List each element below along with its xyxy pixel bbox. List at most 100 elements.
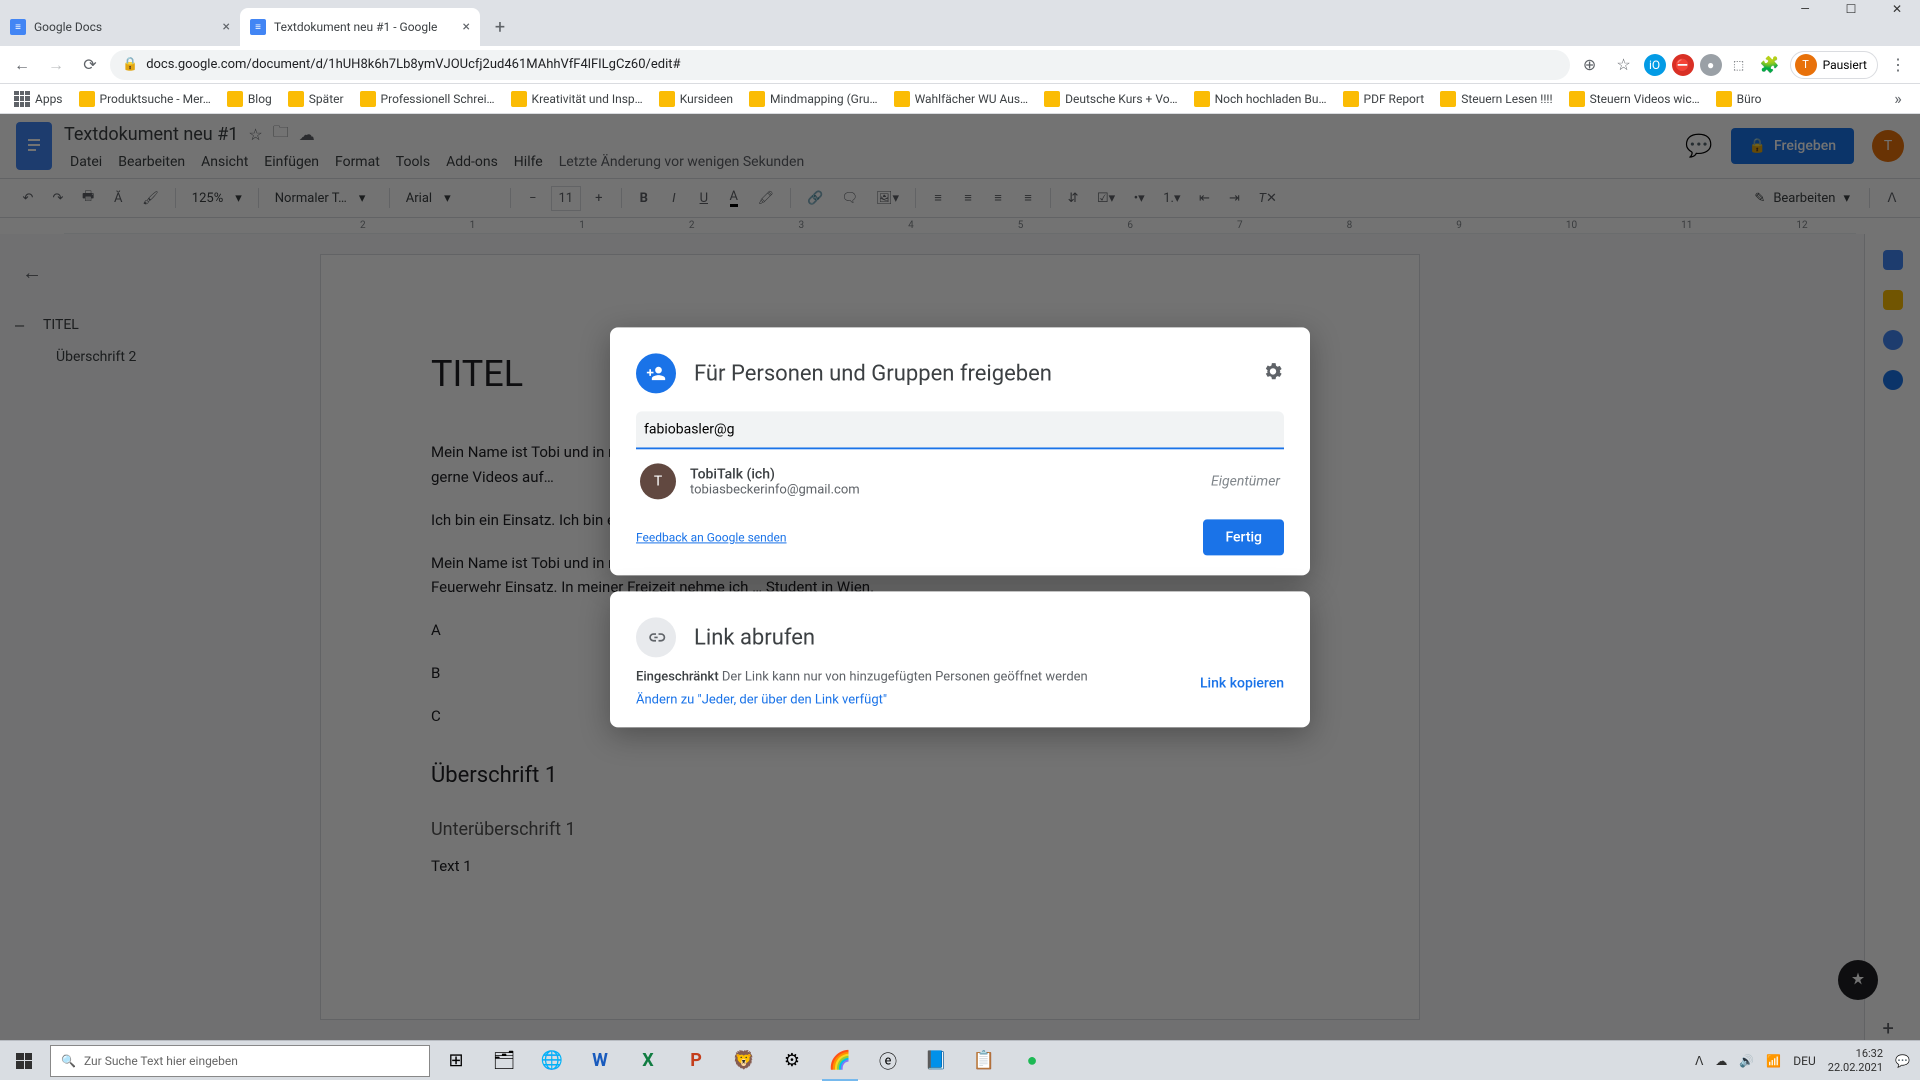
- taskbar: 🔍 Zur Suche Text hier eingeben ⊞ 🗂 🌐 W X…: [0, 1040, 1920, 1080]
- bookmark-item[interactable]: Deutsche Kurs + Vo…: [1038, 88, 1183, 110]
- bookmark-item[interactable]: Steuern Lesen !!!!: [1434, 88, 1558, 110]
- tray-onedrive-icon[interactable]: ☁: [1715, 1054, 1727, 1068]
- tab-title: Google Docs: [34, 20, 102, 34]
- folder-icon: [1569, 91, 1585, 107]
- person-role: Eigentümer: [1211, 473, 1280, 489]
- bookmark-label: Produktsuche - Mer…: [100, 92, 211, 106]
- lock-icon: 🔒: [122, 57, 138, 72]
- get-link-dialog: Link abrufen Eingeschränkt Der Link kann…: [610, 591, 1310, 727]
- folder-icon: [894, 91, 910, 107]
- omnibox[interactable]: 🔒 docs.google.com/document/d/1hUH8k6h7Lb…: [110, 50, 1570, 80]
- bookmark-label: Apps: [35, 92, 63, 106]
- folder-icon: [79, 91, 95, 107]
- taskbar-powerpoint[interactable]: P: [672, 1041, 720, 1081]
- zoom-icon[interactable]: ⊕: [1576, 51, 1604, 79]
- clock-date: 22.02.2021: [1828, 1061, 1883, 1074]
- bookmark-item[interactable]: Produktsuche - Mer…: [73, 88, 217, 110]
- reload-button[interactable]: ⟳: [76, 51, 104, 79]
- bookmark-item[interactable]: Noch hochladen Bu…: [1188, 88, 1333, 110]
- close-window-button[interactable]: ✕: [1874, 0, 1920, 18]
- taskbar-excel[interactable]: X: [624, 1041, 672, 1081]
- taskbar-app3[interactable]: 📋: [960, 1041, 1008, 1081]
- browser-tab-1[interactable]: ≡ Textdokument neu #1 - Google ×: [240, 8, 480, 46]
- tray-overflow[interactable]: ᐱ: [1695, 1054, 1703, 1068]
- done-button[interactable]: Fertig: [1203, 519, 1284, 555]
- bookmark-label: PDF Report: [1364, 92, 1425, 106]
- browser-menu-button[interactable]: ⋮: [1884, 51, 1912, 79]
- url-text: docs.google.com/document/d/1hUH8k6h7Lb8y…: [146, 57, 680, 72]
- bookmark-item[interactable]: Kreativität und Insp…: [505, 88, 649, 110]
- person-email: tobiasbeckerinfo@gmail.com: [690, 482, 1197, 497]
- extension-icon[interactable]: ⬚: [1728, 54, 1750, 76]
- bookmark-item[interactable]: Büro: [1710, 88, 1768, 110]
- taskbar-app[interactable]: 🦁: [720, 1041, 768, 1081]
- taskbar-search[interactable]: 🔍 Zur Suche Text hier eingeben: [50, 1045, 430, 1077]
- folder-icon: [360, 91, 376, 107]
- profile-badge[interactable]: T Pausiert: [1790, 51, 1878, 79]
- minimize-button[interactable]: ―: [1782, 0, 1828, 18]
- tray-volume-icon[interactable]: 🔊: [1739, 1054, 1754, 1068]
- copy-link-button[interactable]: Link kopieren: [1200, 665, 1284, 691]
- tray-notifications-icon[interactable]: 💬: [1895, 1054, 1910, 1068]
- tray-wifi-icon[interactable]: 📶: [1766, 1054, 1781, 1068]
- bookmark-label: Steuern Lesen !!!!: [1461, 92, 1552, 106]
- bookmark-item[interactable]: Kursideen: [653, 88, 739, 110]
- taskbar-word[interactable]: W: [576, 1041, 624, 1081]
- folder-icon: [1194, 91, 1210, 107]
- close-tab-icon[interactable]: ×: [223, 19, 230, 35]
- start-button[interactable]: [0, 1041, 48, 1081]
- feedback-link[interactable]: Feedback an Google senden: [636, 530, 787, 544]
- tray-language[interactable]: DEU: [1793, 1054, 1815, 1068]
- bookmark-item[interactable]: Steuern Videos wic…: [1563, 88, 1706, 110]
- change-link-access[interactable]: Ändern zu "Jeder, der über den Link verf…: [636, 692, 1200, 707]
- taskbar-edge2[interactable]: ⓔ: [864, 1041, 912, 1081]
- bookmark-label: Steuern Videos wic…: [1590, 92, 1700, 106]
- bookmark-item[interactable]: PDF Report: [1337, 88, 1431, 110]
- star-icon[interactable]: ☆: [1610, 51, 1638, 79]
- link-dialog-title: Link abrufen: [694, 625, 815, 650]
- new-tab-button[interactable]: +: [486, 13, 514, 41]
- folder-icon: [1044, 91, 1060, 107]
- bookmark-item[interactable]: Professionell Schrei…: [354, 88, 501, 110]
- bookmark-item[interactable]: Wahlfächer WU Aus…: [888, 88, 1035, 110]
- back-button[interactable]: ←: [8, 51, 36, 79]
- taskbar-app2[interactable]: 📘: [912, 1041, 960, 1081]
- maximize-button[interactable]: ☐: [1828, 0, 1874, 18]
- bookmark-item[interactable]: Mindmapping (Gru…: [743, 88, 884, 110]
- bookmark-item[interactable]: Blog: [221, 88, 278, 110]
- folder-icon: [1716, 91, 1732, 107]
- person-add-icon: [636, 353, 676, 393]
- tabstrip: ≡ Google Docs × ≡ Textdokument neu #1 - …: [0, 0, 1920, 46]
- close-tab-icon[interactable]: ×: [463, 19, 470, 35]
- taskbar-edge[interactable]: 🌐: [528, 1041, 576, 1081]
- task-view-button[interactable]: ⊞: [432, 1041, 480, 1081]
- extensions-button[interactable]: 🧩: [1756, 51, 1784, 79]
- settings-icon[interactable]: [1262, 360, 1284, 386]
- taskbar-explorer[interactable]: 🗂: [480, 1041, 528, 1081]
- bookmarks-overflow[interactable]: »: [1884, 85, 1912, 113]
- share-people-input[interactable]: [636, 411, 1284, 449]
- tray-clock[interactable]: 16:32 22.02.2021: [1828, 1047, 1883, 1073]
- taskbar-spotify[interactable]: ●: [1008, 1041, 1056, 1081]
- link-icon: [636, 617, 676, 657]
- folder-icon: [1343, 91, 1359, 107]
- bookmark-label: Kursideen: [680, 92, 733, 106]
- apps-button[interactable]: Apps: [8, 88, 69, 110]
- bookmark-label: Deutsche Kurs + Vo…: [1065, 92, 1177, 106]
- bookmark-label: Professionell Schrei…: [381, 92, 495, 106]
- extension-icon[interactable]: ⛔: [1672, 54, 1694, 76]
- extension-icon[interactable]: ●: [1700, 54, 1722, 76]
- browser-tab-0[interactable]: ≡ Google Docs ×: [0, 8, 240, 46]
- extension-icon[interactable]: iO: [1644, 54, 1666, 76]
- search-icon: 🔍: [61, 1054, 76, 1068]
- restricted-desc: Der Link kann nur von hinzugefügten Pers…: [719, 669, 1088, 684]
- restricted-label: Eingeschränkt: [636, 669, 719, 684]
- forward-button[interactable]: →: [42, 51, 70, 79]
- folder-icon: [511, 91, 527, 107]
- bookmark-item[interactable]: Später: [282, 88, 350, 110]
- taskbar-obs[interactable]: ⚙: [768, 1041, 816, 1081]
- avatar-icon: T: [1795, 54, 1817, 76]
- bookmark-label: Mindmapping (Gru…: [770, 92, 878, 106]
- search-placeholder: Zur Suche Text hier eingeben: [84, 1054, 238, 1068]
- taskbar-chrome[interactable]: 🌈: [816, 1041, 864, 1081]
